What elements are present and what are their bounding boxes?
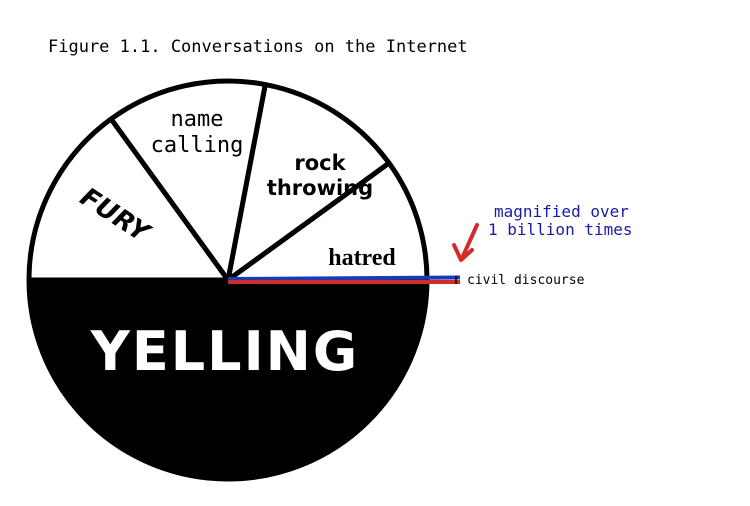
figure-title: Figure 1.1. Conversations on the Interne… bbox=[48, 37, 468, 57]
pie-chart-figure: Figure 1.1. Conversations on the Interne… bbox=[26, 37, 633, 482]
red-arrow-icon bbox=[452, 223, 479, 262]
civil-discourse-stripe-blue bbox=[227, 275, 461, 281]
slice-label-yelling: YELLING bbox=[90, 320, 359, 383]
slice-label-hatred: hatred bbox=[328, 245, 396, 271]
slice-label-rock-throwing-line2: throwing bbox=[267, 176, 373, 200]
slice-label-name-calling-line1: name bbox=[171, 107, 224, 132]
civil-discourse-label: civil discourse bbox=[467, 273, 585, 288]
slice-label-name-calling-line2: calling bbox=[151, 133, 244, 158]
annotation-line1: magnified over bbox=[494, 202, 629, 221]
slice-label-rock-throwing-line1: rock bbox=[294, 151, 346, 175]
annotation-line2: 1 billion times bbox=[488, 220, 633, 239]
